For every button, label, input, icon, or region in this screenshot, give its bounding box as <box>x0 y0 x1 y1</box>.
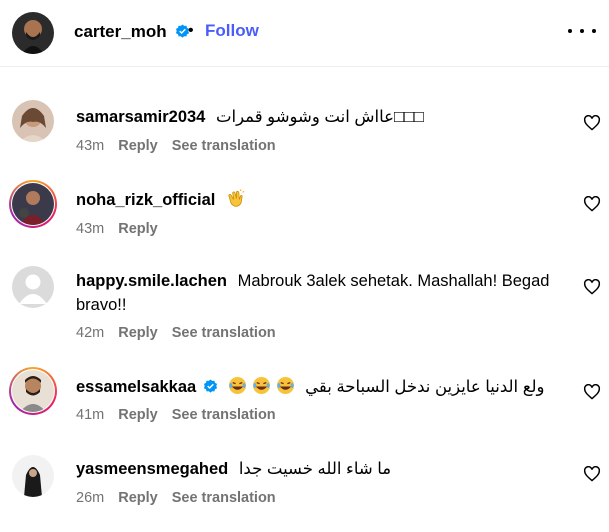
header-username-text[interactable]: carter_moh <box>74 22 167 41</box>
verified-badge-icon <box>203 379 217 393</box>
comment-username[interactable]: essamelsakkaa <box>76 378 196 396</box>
comment-meta: 43m Reply See translation <box>76 138 276 154</box>
laughing-tears-emoji <box>229 376 247 395</box>
reply-button[interactable]: Reply <box>118 407 158 423</box>
reply-button[interactable]: Reply <box>118 138 158 154</box>
heart-icon[interactable] <box>583 115 601 131</box>
comment-username[interactable]: yasmeensmegahed <box>76 460 228 478</box>
avatar[interactable] <box>12 370 54 412</box>
comment-username[interactable]: noha_rizk_official <box>76 191 215 209</box>
avatar[interactable] <box>12 12 54 54</box>
comment-time: 42m <box>76 325 105 341</box>
comment-body: ما شاء الله خسيت جدا <box>238 460 392 478</box>
reply-button[interactable]: Reply <box>118 221 158 237</box>
avatar[interactable] <box>12 266 54 308</box>
see-translation-button[interactable]: See translation <box>172 325 276 341</box>
reply-button[interactable]: Reply <box>118 325 158 341</box>
comment-meta: 43m Reply <box>76 221 158 237</box>
comment-text: essamelsakkaa ولع الدنيا عايزين ندخل الس… <box>76 375 556 399</box>
comment-text: noha_rizk_official <box>76 188 556 212</box>
comment-time: 41m <box>76 407 105 423</box>
clapping-hands-emoji <box>228 189 245 207</box>
comment-meta: 41m Reply See translation <box>76 407 276 423</box>
heart-icon[interactable] <box>583 384 601 400</box>
avatar[interactable] <box>12 183 54 225</box>
comment-meta: 42m Reply See translation <box>76 325 276 341</box>
follow-button[interactable]: Follow <box>205 21 259 41</box>
comment-username[interactable]: happy.smile.lachen <box>76 272 227 290</box>
heart-icon[interactable] <box>583 279 601 295</box>
comment-time: 43m <box>76 138 105 154</box>
comment-time: 43m <box>76 221 105 237</box>
comment-time: 26m <box>76 490 105 506</box>
see-translation-button[interactable]: See translation <box>172 490 276 506</box>
separator-dot: • <box>188 22 194 39</box>
see-translation-button[interactable]: See translation <box>172 138 276 154</box>
avatar[interactable] <box>12 455 54 497</box>
heart-icon[interactable] <box>583 466 601 482</box>
post-header: carter_moh • Follow <box>0 0 609 67</box>
comment-meta: 26m Reply See translation <box>76 490 276 506</box>
laughing-tears-emoji <box>252 376 271 395</box>
laughing-tears-emoji <box>276 376 294 395</box>
comment-username[interactable]: samarsamir2034 <box>76 108 205 126</box>
more-horizontal-icon[interactable] <box>568 18 596 44</box>
comment-text: samarsamir2034 عااش انت وشوشو قمرات□□□ <box>76 105 556 129</box>
comment-text: happy.smile.lachen Mabrouk 3alek sehetak… <box>76 269 566 317</box>
header-username[interactable]: carter_moh <box>74 22 190 42</box>
comment-body: عااش انت وشوشو قمرات□□□ <box>215 108 424 126</box>
reply-button[interactable]: Reply <box>118 490 158 506</box>
heart-icon[interactable] <box>583 196 601 212</box>
comment-body: ولع الدنيا عايزين ندخل السباحة بقي <box>305 378 545 396</box>
comment-text: yasmeensmegahed ما شاء الله خسيت جدا <box>76 457 556 481</box>
avatar[interactable] <box>12 100 54 142</box>
see-translation-button[interactable]: See translation <box>172 407 276 423</box>
